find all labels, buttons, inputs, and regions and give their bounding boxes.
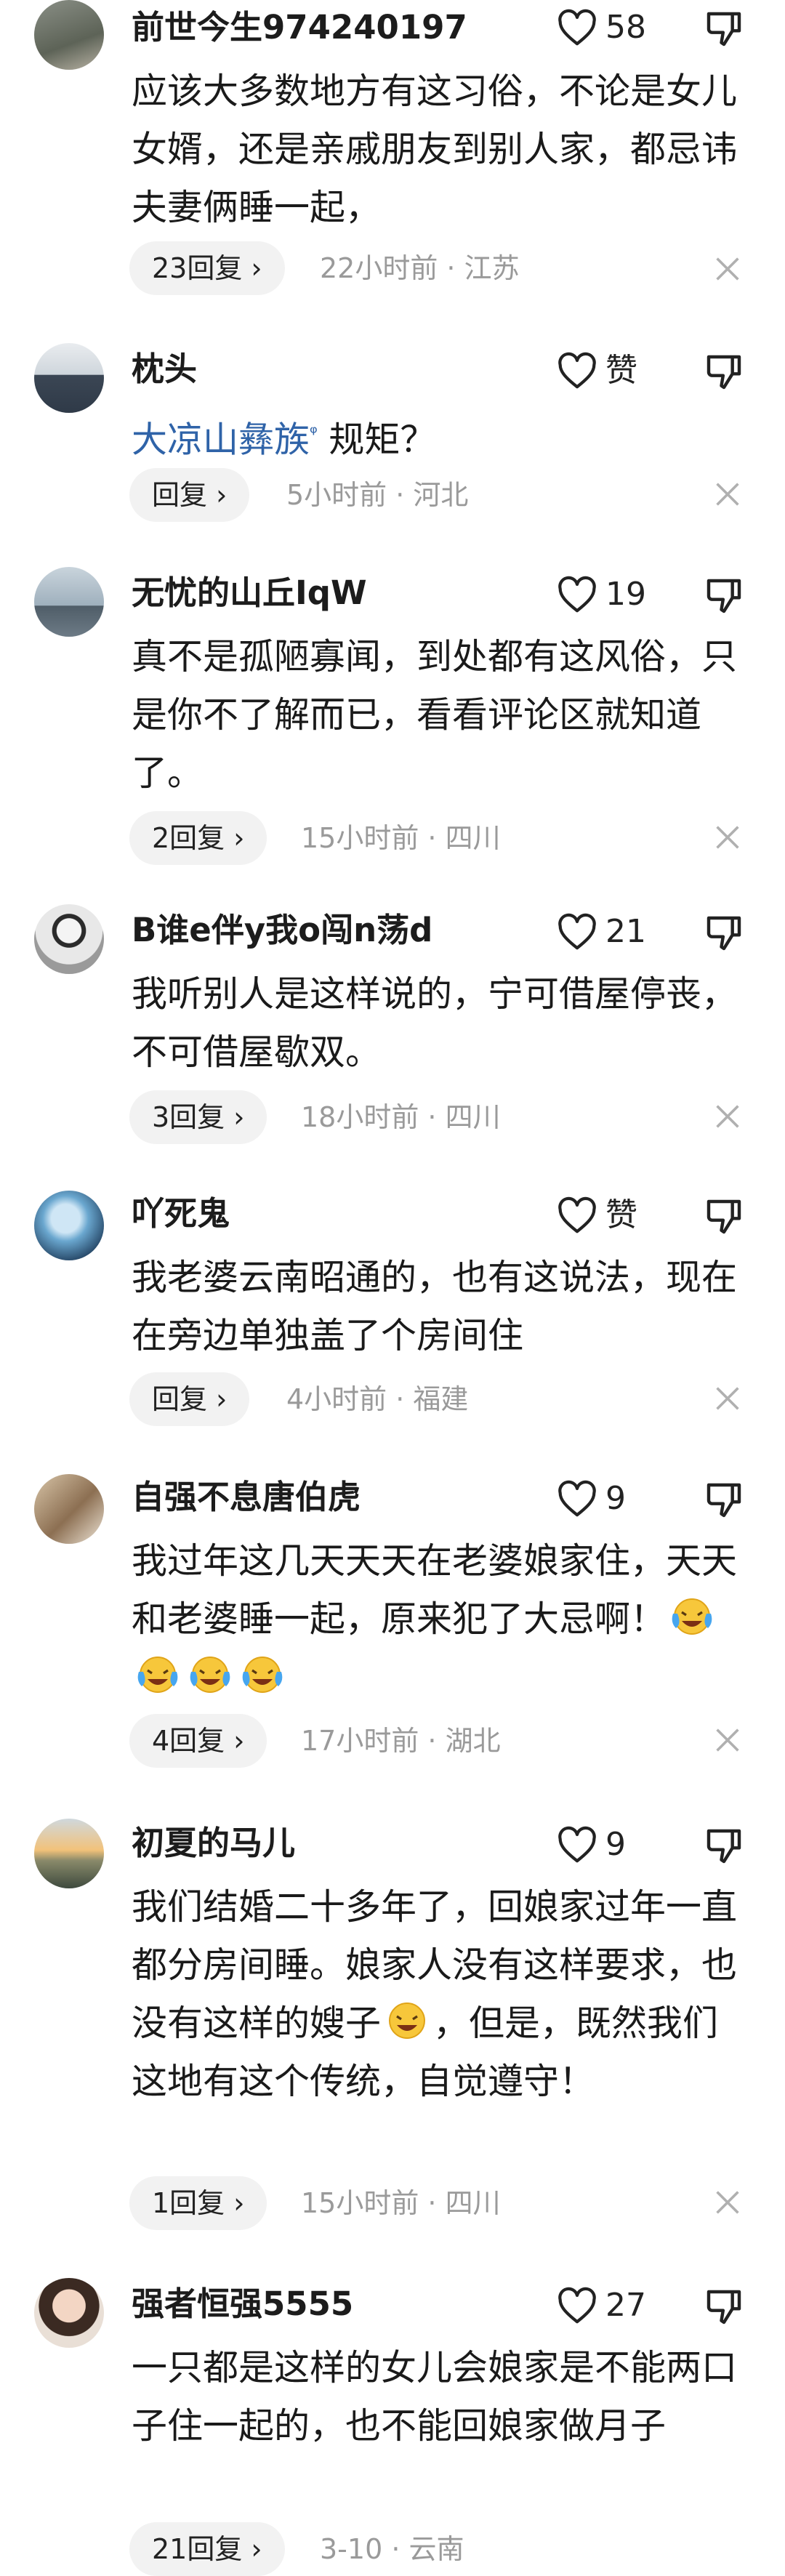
comment-text: 一只都是这样的女儿会娘家是不能两口子住一起的，也不能回娘家做月子	[132, 2347, 738, 2447]
like-count: 19	[605, 576, 646, 613]
like-count: 赞	[605, 352, 637, 389]
comment-text-main: 我过年这几天天天在老婆娘家住，天天和老婆睡一起，原来犯了大忌啊！	[132, 1540, 738, 1640]
like-count: 58	[605, 9, 646, 46]
username[interactable]: 枕头	[132, 349, 197, 390]
thumbs-down-icon[interactable]	[704, 913, 744, 954]
close-x-icon[interactable]	[714, 824, 741, 850]
close-x-icon[interactable]	[714, 1103, 741, 1130]
comment-meta: 5小时前 · 河北	[286, 479, 469, 511]
thumbs-down-icon[interactable]	[704, 2287, 744, 2327]
laughing-crying-emoji	[137, 1657, 178, 1693]
laughing-crying-emoji	[190, 1657, 230, 1693]
comment-meta: 15小时前 · 四川	[301, 822, 501, 854]
username[interactable]: 初夏的马儿	[132, 1823, 295, 1864]
thumbs-down-icon[interactable]	[704, 1196, 744, 1237]
like-count: 9	[605, 1826, 626, 1863]
close-x-icon[interactable]	[714, 481, 741, 507]
comment-text: 我听别人是这样说的，宁可借屋停丧，不可借屋歇双。	[132, 973, 738, 1073]
comment-meta: 18小时前 · 四川	[301, 1101, 501, 1133]
username[interactable]: 前世今生974240197	[132, 7, 467, 48]
avatar[interactable]	[34, 904, 104, 974]
avatar[interactable]	[34, 2278, 104, 2348]
reply-button[interactable]: 21回复 ›	[129, 2522, 285, 2576]
comment-text: 我过年这几天天天在老婆娘家住，天天和老婆睡一起，原来犯了大忌啊！	[132, 1532, 742, 1707]
laughing-emoji	[389, 2003, 426, 2039]
username[interactable]: 自强不息唐伯虎	[132, 1477, 361, 1518]
comment-meta: 3-10 · 云南	[320, 2533, 464, 2565]
comment-text: 真不是孤陋寡闻，到处都有这风俗，只是你不了解而已，看看评论区就知道了。	[132, 636, 738, 794]
avatar[interactable]	[34, 1474, 104, 1544]
close-x-icon[interactable]	[714, 256, 741, 282]
avatar[interactable]	[34, 1191, 104, 1260]
close-x-icon[interactable]	[714, 2189, 741, 2215]
comment-text: 我老婆云南昭通的，也有这说法，现在在旁边单独盖了个房间住	[132, 1257, 738, 1356]
heart-outline-icon[interactable]	[557, 1826, 597, 1864]
reply-button[interactable]: 3回复 ›	[129, 1090, 267, 1144]
reply-button[interactable]: 4回复 ›	[129, 1714, 267, 1768]
like-count: 赞	[605, 1196, 637, 1233]
username[interactable]: 无忧的山丘IqW	[132, 573, 367, 613]
reply-button[interactable]: 回复 ›	[129, 1372, 250, 1426]
topic-link[interactable]: 大凉山彝族	[132, 419, 310, 460]
comment-text-rest: 规矩？	[317, 419, 436, 461]
laughing-crying-emoji	[242, 1657, 283, 1693]
thumbs-down-icon[interactable]	[704, 1826, 744, 1867]
thumbs-down-icon[interactable]	[704, 352, 744, 393]
avatar[interactable]	[34, 343, 104, 413]
heart-outline-icon[interactable]	[557, 9, 597, 47]
comment-text: 我们结婚二十多年了，回娘家过年一直都分房间睡。娘家人没有这样要求，也没有这样的嫂…	[132, 1878, 742, 2111]
comment-text: 应该大多数地方有这习俗，不论是女儿女婿，还是亲戚朋友到别人家，都忌讳夫妻俩睡一起…	[132, 71, 738, 228]
comment-meta: 15小时前 · 四川	[301, 2187, 501, 2219]
thumbs-down-icon[interactable]	[704, 1480, 744, 1521]
thumbs-down-icon[interactable]	[704, 9, 744, 49]
reply-button[interactable]: 2回复 ›	[129, 811, 267, 865]
laughing-crying-emoji	[672, 1598, 712, 1635]
username[interactable]: 强者恒强5555	[132, 2284, 353, 2325]
reply-button[interactable]: 回复 ›	[129, 468, 250, 522]
avatar[interactable]	[34, 0, 104, 70]
thumbs-down-icon[interactable]	[704, 576, 744, 616]
comment-meta: 17小时前 · 湖北	[301, 1725, 501, 1757]
heart-outline-icon[interactable]	[557, 352, 597, 390]
heart-outline-icon[interactable]	[557, 2287, 597, 2325]
search-small-icon: ᵠ	[310, 422, 318, 444]
heart-outline-icon[interactable]	[557, 913, 597, 951]
like-count: 27	[605, 2287, 646, 2324]
reply-button[interactable]: 23回复 ›	[129, 241, 285, 295]
avatar[interactable]	[34, 1819, 104, 1888]
username[interactable]: 吖死鬼	[132, 1194, 230, 1234]
comment-meta: 22小时前 · 江苏	[320, 252, 520, 284]
comment-meta: 4小时前 · 福建	[286, 1383, 469, 1415]
heart-outline-icon[interactable]	[557, 1480, 597, 1518]
close-x-icon[interactable]	[714, 1727, 741, 1753]
username[interactable]: B谁e伴y我o闯n荡d	[132, 910, 432, 951]
like-count: 9	[605, 1480, 626, 1517]
like-count: 21	[605, 913, 646, 950]
close-x-icon[interactable]	[714, 1385, 741, 1412]
avatar[interactable]	[34, 567, 104, 637]
heart-outline-icon[interactable]	[557, 1196, 597, 1234]
comment-text: 大凉山彝族ᵠ 规矩？	[132, 404, 742, 469]
heart-outline-icon[interactable]	[557, 576, 597, 613]
reply-button[interactable]: 1回复 ›	[129, 2176, 267, 2230]
